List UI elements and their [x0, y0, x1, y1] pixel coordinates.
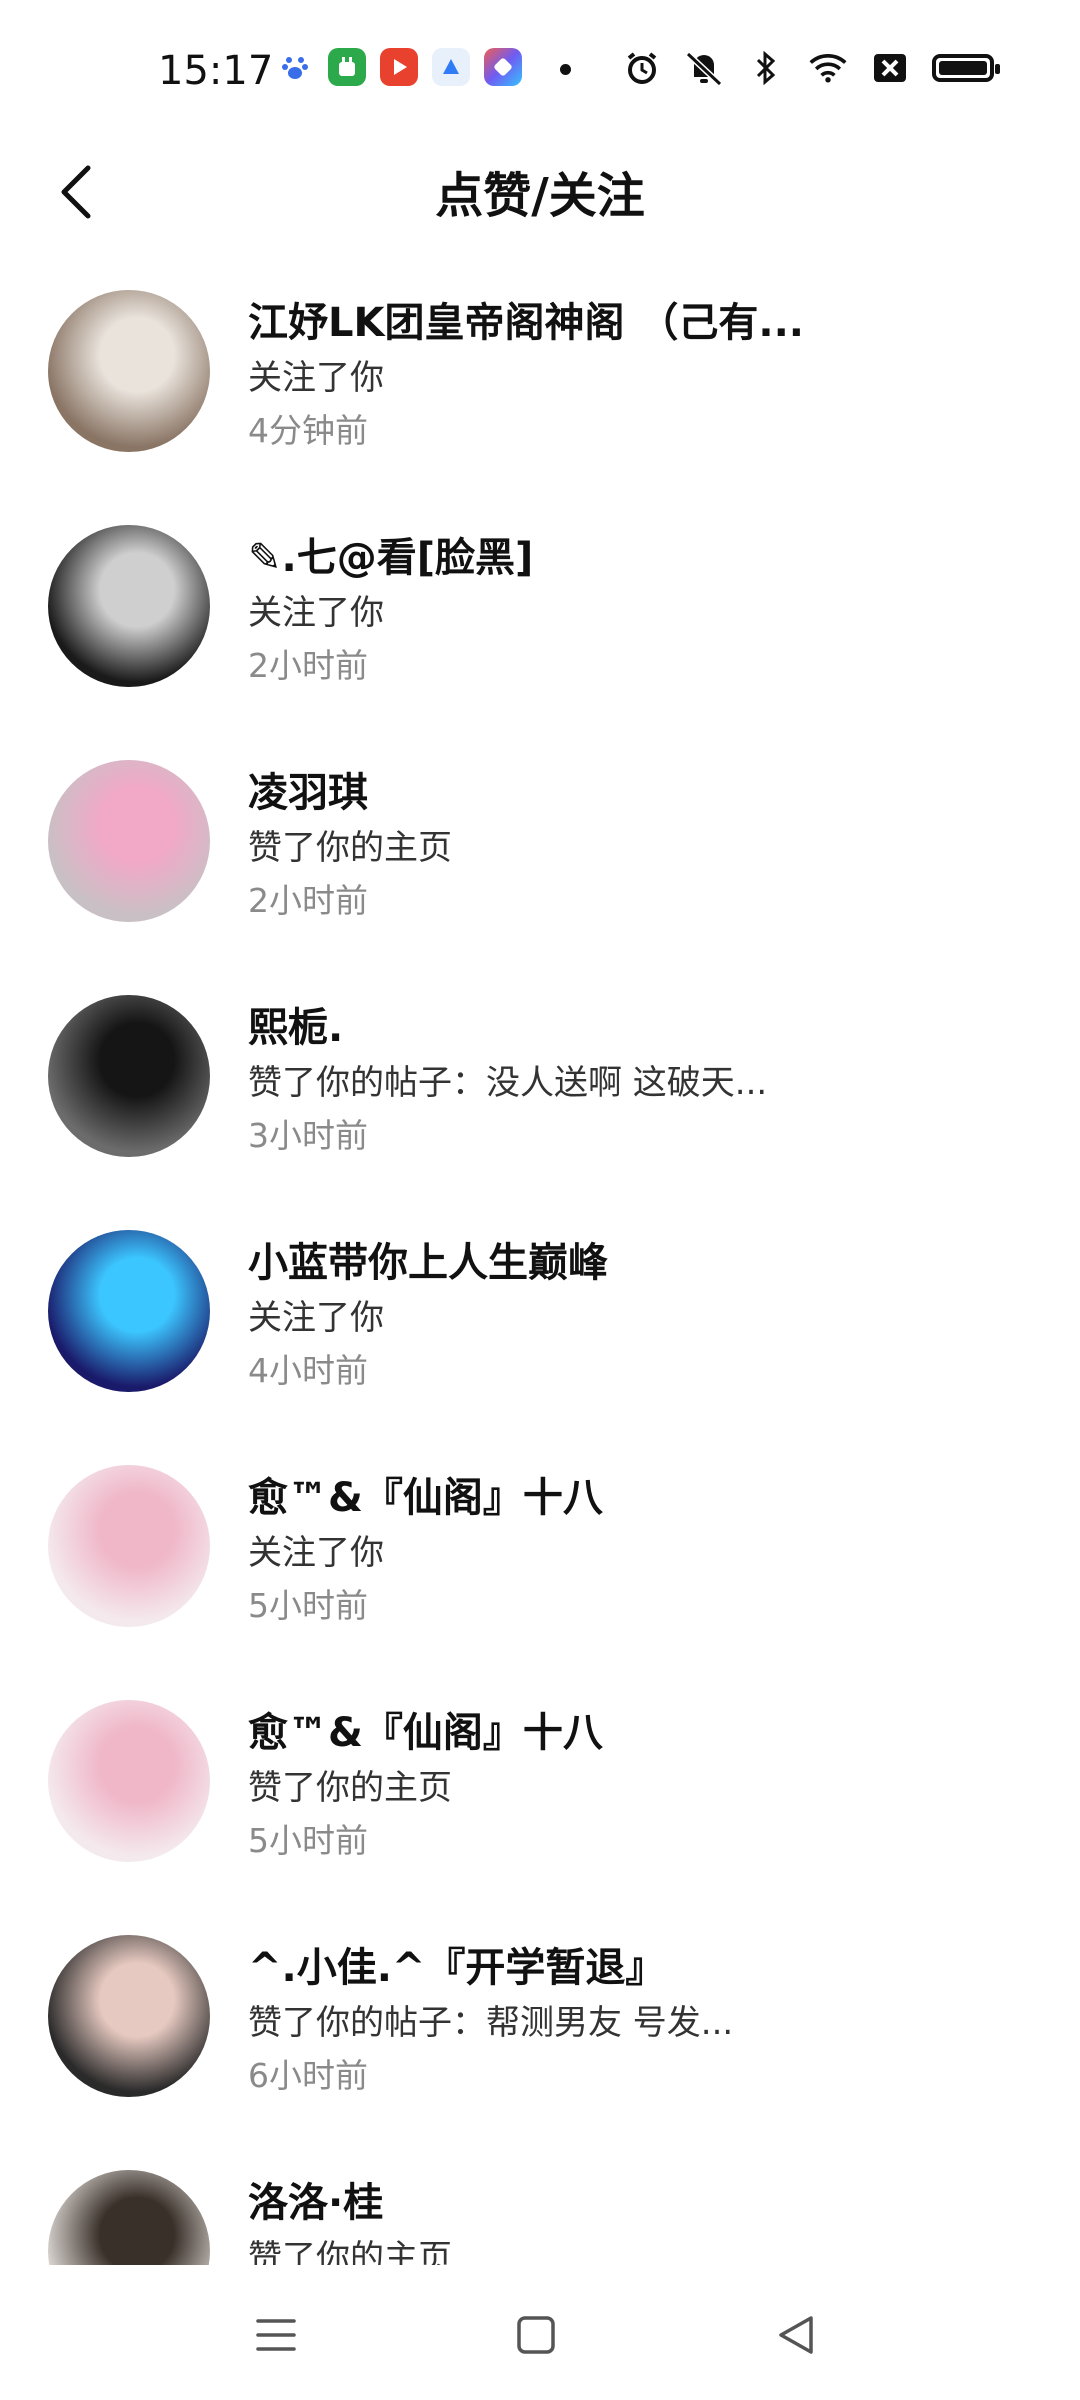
status-right-icons: [622, 48, 1000, 88]
user-name[interactable]: ✎.七@看[脸黑]: [248, 525, 533, 583]
action-text: 关注了你: [248, 593, 384, 633]
back-nav-button[interactable]: [756, 2295, 836, 2375]
action-text: 关注了你: [248, 1298, 384, 1338]
timestamp: 3小时前: [248, 1116, 368, 1155]
menu-button[interactable]: [236, 2295, 316, 2375]
user-name[interactable]: ^.小佳.^『开学暂退』: [248, 1935, 665, 1993]
avatar[interactable]: [48, 1700, 210, 1862]
user-name[interactable]: 凌羽琪: [248, 760, 368, 818]
bluetooth-icon: [746, 48, 786, 88]
alarm-icon: [622, 48, 662, 88]
photo-app-icon: [484, 48, 522, 86]
user-name[interactable]: 熙栀.: [248, 995, 343, 1053]
avatar[interactable]: [48, 290, 210, 452]
battery-icon: [932, 54, 1000, 82]
app-green-icon: [328, 48, 366, 86]
action-text: 关注了你: [248, 358, 384, 398]
baidu-icon: [276, 48, 314, 86]
user-name[interactable]: 洛洛·桂: [248, 2170, 383, 2228]
action-text: 关注了你: [248, 1533, 384, 1573]
blue-app-icon: [432, 48, 470, 86]
list-item[interactable]: 洛洛·桂 赞了你的主页: [0, 2150, 1080, 2265]
list-item[interactable]: 小蓝带你上人生巅峰 关注了你 4小时前: [0, 1210, 1080, 1445]
avatar[interactable]: [48, 760, 210, 922]
timestamp: 4小时前: [248, 1351, 368, 1390]
status-time: 15:17: [158, 48, 274, 94]
wifi-icon: [808, 48, 848, 88]
mute-icon: [684, 48, 724, 88]
timestamp: 2小时前: [248, 881, 368, 920]
action-text: 赞了你的帖子：帮测男友 号发...: [248, 2003, 734, 2043]
avatar[interactable]: [48, 1935, 210, 2097]
action-text: 赞了你的主页: [248, 1768, 452, 1808]
user-name[interactable]: 小蓝带你上人生巅峰: [248, 1230, 608, 1288]
action-text: 赞了你的帖子：没人送啊 这破天...: [248, 1063, 768, 1103]
home-square-icon: [517, 2316, 555, 2354]
list-item[interactable]: 江妤LK团皇帝阁神阁 （己有... 关注了你 4分钟前: [0, 270, 1080, 505]
back-triangle-icon: [779, 2316, 813, 2354]
list-item[interactable]: ✎.七@看[脸黑] 关注了你 2小时前: [0, 505, 1080, 740]
avatar[interactable]: [48, 995, 210, 1157]
status-bar: 15:17: [0, 0, 1080, 140]
menu-icon: [256, 2319, 296, 2351]
timestamp: 5小时前: [248, 1821, 368, 1860]
user-name[interactable]: 愈™&『仙阁』十八: [248, 1465, 603, 1523]
timestamp: 4分钟前: [248, 411, 368, 450]
list-item[interactable]: 愈™&『仙阁』十八 赞了你的主页 5小时前: [0, 1680, 1080, 1915]
user-name[interactable]: 江妤LK团皇帝阁神阁 （己有...: [248, 290, 804, 348]
timestamp: 5小时前: [248, 1586, 368, 1625]
notification-list[interactable]: 江妤LK团皇帝阁神阁 （己有... 关注了你 4分钟前 ✎.七@看[脸黑] 关注…: [0, 270, 1080, 2265]
user-name[interactable]: 愈™&『仙阁』十八: [248, 1700, 603, 1758]
no-sim-icon: [870, 48, 910, 88]
action-text: 赞了你的主页: [248, 2238, 452, 2265]
list-item[interactable]: 愈™&『仙阁』十八 关注了你 5小时前: [0, 1445, 1080, 1680]
avatar[interactable]: [48, 525, 210, 687]
video-red-icon: [380, 48, 418, 86]
avatar[interactable]: [48, 2170, 210, 2265]
list-item[interactable]: ^.小佳.^『开学暂退』 赞了你的帖子：帮测男友 号发... 6小时前: [0, 1915, 1080, 2150]
action-text: 赞了你的主页: [248, 828, 452, 868]
list-item[interactable]: 熙栀. 赞了你的帖子：没人送啊 这破天... 3小时前: [0, 975, 1080, 1210]
page-title: 点赞/关注: [435, 168, 645, 224]
home-button[interactable]: [496, 2295, 576, 2375]
list-item[interactable]: 凌羽琪 赞了你的主页 2小时前: [0, 740, 1080, 975]
timestamp: 2小时前: [248, 646, 368, 685]
header: 点赞/关注: [0, 140, 1080, 250]
notification-dot: [560, 64, 571, 75]
avatar[interactable]: [48, 1465, 210, 1627]
timestamp: 6小时前: [248, 2056, 368, 2095]
status-app-icons: [276, 48, 522, 86]
avatar[interactable]: [48, 1230, 210, 1392]
navigation-bar: [0, 2265, 1080, 2400]
